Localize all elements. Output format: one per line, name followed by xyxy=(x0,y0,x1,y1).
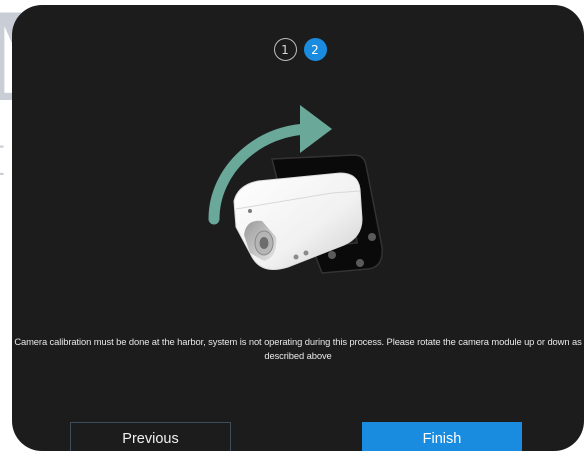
screen: MAZ ITING 1 2 xyxy=(0,0,585,455)
camera-module-rotate-illustration xyxy=(208,105,383,274)
previous-button[interactable]: Previous xyxy=(70,422,231,451)
step-indicator: 1 2 xyxy=(14,38,584,61)
calibration-instructions: Camera calibration must be done at the h… xyxy=(14,336,582,361)
step-1: 1 xyxy=(273,38,297,61)
finish-button[interactable]: Finish xyxy=(362,422,522,451)
calibration-dialog: 1 2 Camera calibration must be done at t… xyxy=(12,5,584,451)
step-2: 2 xyxy=(303,38,327,61)
